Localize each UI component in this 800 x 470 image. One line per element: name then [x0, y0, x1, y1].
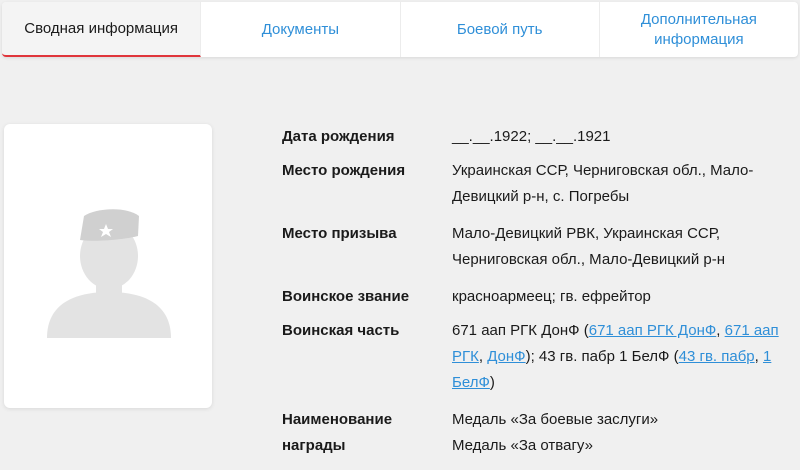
award-item: Медаль «За боевые заслуги» [452, 411, 659, 428]
unit-separator: , [754, 348, 763, 365]
rank-value: красноармеец; гв. ефрейтор [452, 288, 651, 305]
birth-place-label: Место рождения [282, 162, 406, 179]
unit-text: ); 43 гв. пабр 1 БелФ ( [525, 348, 679, 365]
unit-separator: , [716, 322, 725, 339]
tab-additional-info[interactable]: Дополнительная информация [600, 2, 798, 57]
unit-link[interactable]: 43 гв. пабр [679, 348, 755, 365]
row-birth-place: Место рождения Украинская ССР, Черниговс… [282, 158, 792, 210]
unit-link[interactable]: ДонФ [487, 348, 525, 365]
tab-summary[interactable]: Сводная информация [2, 2, 202, 57]
row-award: Наименование награды Медаль «За боевые з… [282, 407, 792, 459]
award-label: Наименование награды [282, 411, 393, 454]
soldier-silhouette-icon [47, 209, 171, 338]
birth-date-label: Дата рождения [282, 128, 395, 145]
row-draft-place: Место призыва Мало-Девицкий РВК, Украинс… [282, 221, 792, 273]
soldier-info: Дата рождения __.__.1922; __.__.1921 Мес… [282, 124, 792, 470]
award-values: Медаль «За боевые заслуги» Медаль «За от… [452, 407, 792, 459]
unit-value: 671 аап РГК ДонФ (671 аап РГК ДонФ, 671 … [452, 318, 792, 396]
unit-text: 671 аап РГК ДонФ ( [452, 322, 589, 339]
birth-place-value: Украинская ССР, Черниговская обл., Мало-… [452, 162, 754, 205]
award-item: Медаль «За отвагу» [452, 437, 593, 454]
unit-separator: , [478, 348, 488, 365]
row-birth-date: Дата рождения __.__.1922; __.__.1921 [282, 124, 792, 150]
draft-place-value: Мало-Девицкий РВК, Украинская ССР, Черни… [452, 225, 725, 268]
row-rank: Воинское звание красноармеец; гв. ефрейт… [282, 284, 792, 310]
unit-label: Воинская часть [282, 322, 400, 339]
birth-date-value: __.__.1922; __.__.1921 [452, 128, 611, 145]
tab-bar: Сводная информация Документы Боевой путь… [2, 2, 798, 57]
tab-combat-path[interactable]: Боевой путь [401, 2, 600, 57]
row-unit: Воинская часть 671 аап РГК ДонФ (671 аап… [282, 318, 792, 396]
tab-documents[interactable]: Документы [201, 2, 401, 57]
rank-label: Воинское звание [282, 288, 410, 305]
unit-text: ) [489, 374, 495, 391]
draft-place-label: Место призыва [282, 225, 397, 242]
photo-card [4, 124, 212, 408]
unit-link[interactable]: 671 аап РГК ДонФ [589, 322, 717, 339]
